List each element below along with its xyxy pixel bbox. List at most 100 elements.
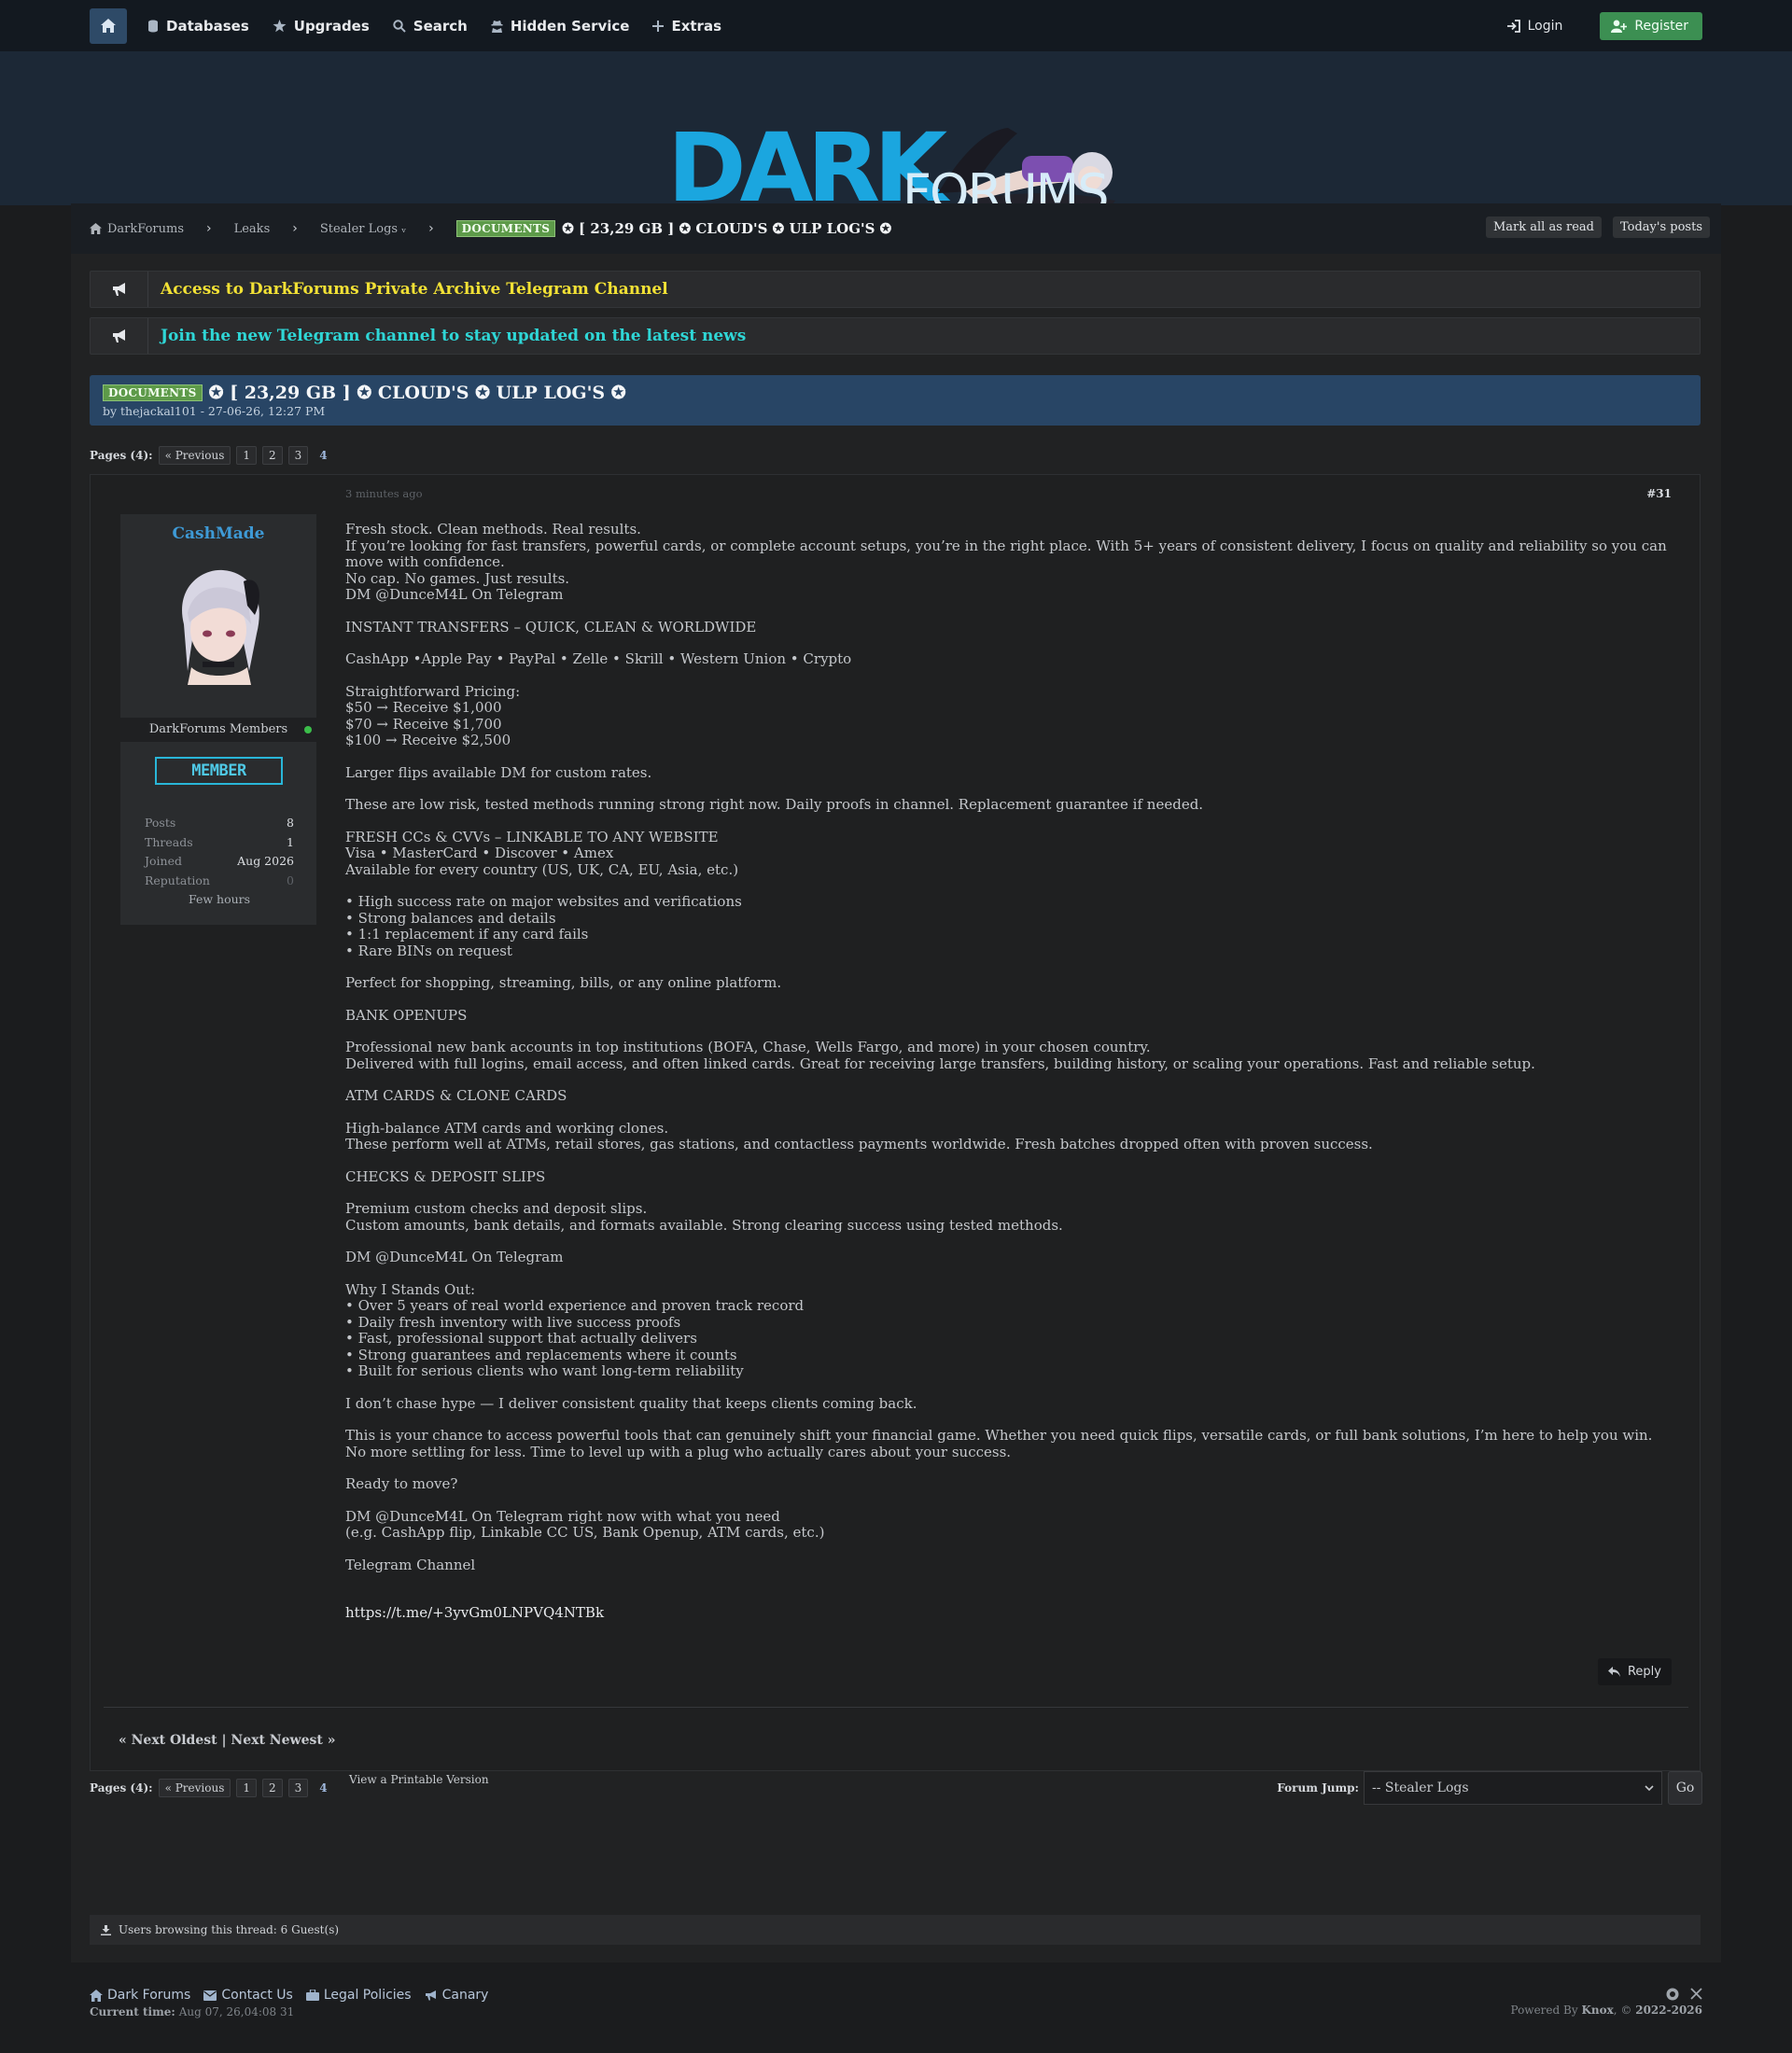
post-paragraph: Why I Stands Out: • Over 5 years of real …	[345, 1281, 1675, 1380]
forum-jump-select[interactable]: -- Stealer Logs	[1364, 1771, 1662, 1805]
current-time-label: Current time:	[90, 2005, 175, 2018]
author-usergroup-label: DarkForums Members	[148, 722, 288, 736]
announcement-1[interactable]: Access to DarkForums Private Archive Tel…	[90, 271, 1701, 308]
current-page: 4	[319, 1781, 328, 1795]
telegram-link[interactable]: https://t.me/+3yvGm0LNPVQ4NTBk	[345, 1604, 1675, 1622]
online-time: Few hours	[188, 892, 251, 906]
login-label: Login	[1527, 18, 1563, 34]
post-text-line: Premium custom checks and deposit slips.	[345, 1200, 648, 1217]
current-time-value: Aug 07, 26,04:08 31	[178, 2005, 295, 2018]
post-text-line: Larger flips available DM for custom rat…	[345, 763, 652, 781]
footer: Dark Forums Contact Us Legal Policies Ca…	[90, 1988, 1702, 2018]
page-1-button[interactable]: 1	[236, 1779, 258, 1797]
post-text-line: Telegram Channel	[345, 1556, 476, 1573]
nav-hidden-service[interactable]: Hidden Service	[491, 17, 630, 35]
post-text-line: • Built for serious clients who want lon…	[345, 1362, 744, 1379]
chevron-right-icon: ›	[292, 221, 298, 236]
forum-jump: Forum Jump: -- Stealer Logs Go	[1277, 1771, 1702, 1805]
previous-page-button[interactable]: « Previous	[158, 1779, 231, 1797]
prefix-tag: DOCUMENTS	[103, 384, 203, 401]
author-username[interactable]: CashMade	[120, 524, 316, 543]
post-paragraph: DM @DunceM4L On Telegram	[345, 1249, 1675, 1266]
reply-button[interactable]: Reply	[1597, 1658, 1672, 1685]
bullhorn-icon	[425, 1990, 436, 2001]
star-icon	[273, 19, 287, 32]
stat-reputation-value[interactable]: 0	[287, 873, 294, 893]
home-button[interactable]	[90, 7, 127, 44]
copyright-prefix: , ©	[1613, 2004, 1632, 2017]
nav-extras-label: Extras	[671, 17, 722, 35]
register-label: Register	[1634, 18, 1688, 34]
powered-prefix: Powered By	[1510, 2004, 1578, 2017]
nav-upgrades[interactable]: Upgrades	[273, 18, 370, 35]
post-text-line: These perform well at ATMs, retail store…	[345, 1136, 1373, 1152]
author-usergroup: DarkForums Members	[120, 718, 316, 742]
x-icon[interactable]	[1690, 1988, 1702, 2000]
page-1-button[interactable]: 1	[236, 446, 258, 465]
avatar[interactable]	[165, 568, 272, 685]
footer-link-legal-policies[interactable]: Legal Policies	[305, 1988, 412, 2003]
reply-icon	[1607, 1667, 1620, 1677]
users-browsing: Users browsing this thread: 6 Guest(s)	[90, 1915, 1701, 1945]
nav-databases[interactable]: Databases	[147, 18, 249, 35]
nav-search[interactable]: Search	[393, 18, 468, 35]
mark-all-read-button[interactable]: Mark all as read	[1485, 216, 1602, 238]
stat-reputation-label: Reputation	[145, 873, 210, 887]
database-icon	[148, 20, 158, 32]
nav-extras[interactable]: Extras	[652, 18, 721, 35]
post-paragraph: Fresh stock. Clean methods. Real results…	[345, 521, 1675, 604]
login-link[interactable]: Login	[1506, 18, 1563, 34]
nav-hidden-service-label: Hidden Service	[510, 17, 630, 35]
nav-upgrades-label: Upgrades	[293, 17, 370, 35]
post-text-line: CashApp •Apple Pay • PayPal • Zelle • Sk…	[345, 650, 852, 667]
thread-navigation[interactable]: « Next Oldest | Next Newest »	[119, 1733, 335, 1748]
footer-link-contact-us[interactable]: Contact Us	[203, 1988, 293, 2003]
thread-title: DOCUMENTS ✪ [ 23,29 GB ] ✪ CLOUD'S ✪ ULP…	[103, 383, 1687, 403]
todays-posts-button[interactable]: Today's posts	[1613, 216, 1710, 238]
post-body: Fresh stock. Clean methods. Real results…	[345, 521, 1675, 1638]
breadcrumb-item-darkforums[interactable]: DarkForums	[107, 222, 184, 236]
bullhorn-icon	[91, 272, 148, 307]
go-button[interactable]: Go	[1668, 1771, 1702, 1805]
stat-threads-label: Threads	[145, 834, 193, 849]
post-text-line: • Rare BINs on request	[345, 942, 512, 959]
pagination-bottom: Pages (4): « Previous 1 2 3 4	[90, 1779, 339, 1797]
thread-title-text: ✪ [ 23,29 GB ] ✪ CLOUD'S ✪ ULP LOG'S ✪	[208, 383, 626, 403]
post-text-line: • Strong balances and details	[345, 909, 556, 927]
stat-threads-value: 1	[287, 834, 294, 849]
breadcrumb-item-stealer-logs[interactable]: Stealer Logs ᵥ	[320, 222, 406, 236]
tor-icon[interactable]	[1666, 1988, 1679, 2001]
post-text-line: No more settling for less. Time to level…	[345, 1443, 1012, 1460]
page-3-button[interactable]: 3	[287, 446, 309, 465]
post-text-line: I don’t chase hype — I deliver consisten…	[345, 1394, 917, 1412]
post-text-line: • High success rate on major websites an…	[345, 893, 742, 910]
user-plus-icon	[1611, 20, 1628, 33]
post-text-line: BANK OPENUPS	[345, 1006, 468, 1024]
post-text-line: • Fast, professional support that actual…	[345, 1330, 697, 1347]
footer-link-canary[interactable]: Canary	[425, 1988, 488, 2003]
post-text-line: Fresh stock. Clean methods. Real results…	[345, 521, 641, 538]
page-3-button[interactable]: 3	[287, 1779, 309, 1797]
printable-version-link[interactable]: View a Printable Version	[349, 1773, 489, 1786]
copyright-years: 2022-2026	[1635, 2004, 1702, 2017]
stat-posts-value: 8	[287, 816, 294, 830]
footer-links: Dark Forums Contact Us Legal Policies Ca…	[90, 1988, 1702, 2003]
post-text-line: Straightforward Pricing:	[345, 682, 521, 700]
announcement-2[interactable]: Join the new Telegram channel to stay up…	[90, 317, 1701, 355]
post-text-line: These are low risk, tested methods runni…	[345, 796, 1204, 813]
previous-page-button[interactable]: « Previous	[158, 446, 231, 465]
logo-dark-text: DARK	[667, 113, 947, 224]
page-2-button[interactable]: 2	[262, 1779, 283, 1797]
post-number[interactable]: #31	[1646, 487, 1672, 500]
breadcrumb-item-leaks[interactable]: Leaks	[234, 222, 271, 236]
footer-link-dark-forums[interactable]: Dark Forums	[90, 1988, 190, 2003]
footer-link-dark-forums-label: Dark Forums	[107, 1988, 191, 2003]
stat-joined-value: Aug 2026	[237, 854, 294, 868]
post-paragraph: High-balance ATM cards and working clone…	[345, 1120, 1675, 1153]
footer-icons	[1510, 1988, 1702, 2001]
post-text-line: • Daily fresh inventory with live succes…	[345, 1313, 681, 1331]
page-2-button[interactable]: 2	[262, 446, 283, 465]
footer-link-contact-us-label: Contact Us	[221, 1988, 293, 2003]
pagination-top: Pages (4): « Previous 1 2 3 4	[90, 446, 339, 465]
register-button[interactable]: Register	[1600, 11, 1702, 40]
